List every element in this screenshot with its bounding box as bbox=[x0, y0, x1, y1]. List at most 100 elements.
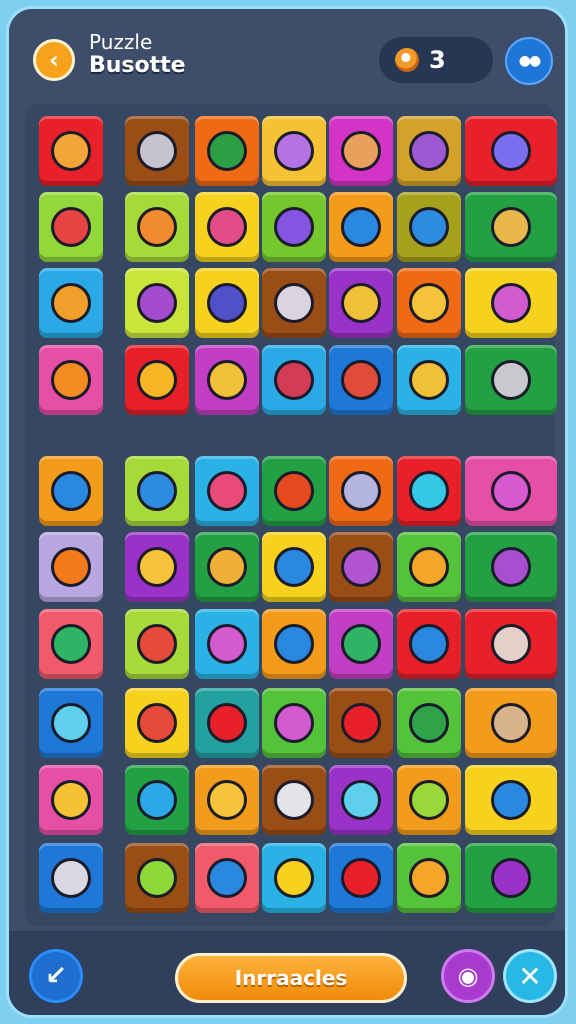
tile-icon bbox=[491, 703, 531, 743]
puzzle-tile[interactable] bbox=[39, 116, 103, 186]
puzzle-tile[interactable] bbox=[397, 609, 461, 679]
tile-icon bbox=[341, 547, 381, 587]
puzzle-tile[interactable] bbox=[125, 688, 189, 758]
close-button[interactable]: ✕ bbox=[503, 949, 557, 1003]
coin-count: 3 bbox=[429, 46, 446, 74]
puzzle-tile[interactable] bbox=[125, 268, 189, 338]
tile-icon bbox=[491, 624, 531, 664]
puzzle-tile[interactable] bbox=[397, 688, 461, 758]
puzzle-tile[interactable] bbox=[465, 765, 557, 835]
puzzle-tile[interactable] bbox=[125, 456, 189, 526]
puzzle-tile[interactable] bbox=[329, 345, 393, 415]
puzzle-tile[interactable] bbox=[465, 116, 557, 186]
puzzle-tile[interactable] bbox=[262, 609, 326, 679]
tile-icon bbox=[274, 703, 314, 743]
puzzle-tile[interactable] bbox=[329, 765, 393, 835]
puzzle-tile[interactable] bbox=[465, 532, 557, 602]
tile-icon bbox=[274, 547, 314, 587]
puzzle-tile[interactable] bbox=[195, 116, 259, 186]
puzzle-tile[interactable] bbox=[39, 688, 103, 758]
puzzle-tile[interactable] bbox=[195, 843, 259, 913]
puzzle-tile[interactable] bbox=[262, 532, 326, 602]
tile-icon bbox=[207, 780, 247, 820]
puzzle-tile[interactable] bbox=[397, 843, 461, 913]
puzzle-tile[interactable] bbox=[39, 609, 103, 679]
game-frame: ‹ Puzzle Busotte 3 ●● ↙ Inrraacles ◉ ✕ bbox=[6, 6, 568, 1018]
puzzle-tile[interactable] bbox=[125, 765, 189, 835]
puzzle-tile[interactable] bbox=[262, 268, 326, 338]
puzzle-tile[interactable] bbox=[329, 116, 393, 186]
puzzle-tile[interactable] bbox=[195, 345, 259, 415]
tile-icon bbox=[137, 703, 177, 743]
puzzle-tile[interactable] bbox=[397, 192, 461, 262]
puzzle-tile[interactable] bbox=[465, 456, 557, 526]
coin-counter: 3 bbox=[379, 37, 493, 83]
puzzle-tile[interactable] bbox=[397, 765, 461, 835]
tile-icon bbox=[274, 624, 314, 664]
tile-icon bbox=[51, 131, 91, 171]
action-button[interactable]: Inrraacles bbox=[175, 953, 407, 1003]
puzzle-tile[interactable] bbox=[329, 268, 393, 338]
tile-icon bbox=[274, 360, 314, 400]
puzzle-tile[interactable] bbox=[465, 345, 557, 415]
puzzle-tile[interactable] bbox=[39, 192, 103, 262]
tile-icon bbox=[491, 207, 531, 247]
puzzle-tile[interactable] bbox=[329, 688, 393, 758]
puzzle-tile[interactable] bbox=[465, 688, 557, 758]
puzzle-tile[interactable] bbox=[397, 532, 461, 602]
puzzle-tile[interactable] bbox=[465, 268, 557, 338]
puzzle-tile[interactable] bbox=[39, 532, 103, 602]
tile-icon bbox=[341, 131, 381, 171]
tile-icon bbox=[491, 858, 531, 898]
puzzle-tile[interactable] bbox=[125, 345, 189, 415]
puzzle-tile[interactable] bbox=[397, 345, 461, 415]
puzzle-tile[interactable] bbox=[329, 532, 393, 602]
puzzle-tile[interactable] bbox=[465, 192, 557, 262]
tile-icon bbox=[409, 360, 449, 400]
puzzle-tile[interactable] bbox=[262, 192, 326, 262]
puzzle-tile[interactable] bbox=[195, 688, 259, 758]
puzzle-tile[interactable] bbox=[262, 345, 326, 415]
puzzle-tile[interactable] bbox=[125, 116, 189, 186]
tile-icon bbox=[51, 471, 91, 511]
puzzle-tile[interactable] bbox=[397, 116, 461, 186]
puzzle-tile[interactable] bbox=[39, 765, 103, 835]
tile-icon bbox=[409, 471, 449, 511]
tile-icon bbox=[491, 360, 531, 400]
puzzle-tile[interactable] bbox=[125, 609, 189, 679]
undo-button[interactable]: ↙ bbox=[29, 949, 83, 1003]
puzzle-tile[interactable] bbox=[195, 609, 259, 679]
puzzle-tile[interactable] bbox=[39, 456, 103, 526]
tile-icon bbox=[137, 283, 177, 323]
puzzle-tile[interactable] bbox=[125, 192, 189, 262]
puzzle-tile[interactable] bbox=[329, 456, 393, 526]
puzzle-tile[interactable] bbox=[195, 532, 259, 602]
puzzle-tile[interactable] bbox=[329, 192, 393, 262]
puzzle-tile[interactable] bbox=[195, 192, 259, 262]
puzzle-tile[interactable] bbox=[39, 345, 103, 415]
puzzle-tile[interactable] bbox=[39, 268, 103, 338]
tile-icon bbox=[274, 131, 314, 171]
tile-icon bbox=[409, 131, 449, 171]
puzzle-tile[interactable] bbox=[397, 456, 461, 526]
puzzle-tile[interactable] bbox=[262, 765, 326, 835]
puzzle-tile[interactable] bbox=[397, 268, 461, 338]
menu-button[interactable]: ●● bbox=[505, 37, 553, 85]
camera-button[interactable]: ◉ bbox=[441, 949, 495, 1003]
puzzle-tile[interactable] bbox=[262, 688, 326, 758]
puzzle-tile[interactable] bbox=[195, 765, 259, 835]
puzzle-tile[interactable] bbox=[329, 843, 393, 913]
puzzle-tile[interactable] bbox=[262, 843, 326, 913]
puzzle-tile[interactable] bbox=[195, 268, 259, 338]
puzzle-tile[interactable] bbox=[262, 456, 326, 526]
tile-icon bbox=[137, 131, 177, 171]
puzzle-tile[interactable] bbox=[329, 609, 393, 679]
puzzle-tile[interactable] bbox=[39, 843, 103, 913]
puzzle-tile[interactable] bbox=[465, 609, 557, 679]
puzzle-tile[interactable] bbox=[125, 843, 189, 913]
puzzle-tile[interactable] bbox=[465, 843, 557, 913]
puzzle-tile[interactable] bbox=[195, 456, 259, 526]
puzzle-tile[interactable] bbox=[125, 532, 189, 602]
back-button[interactable]: ‹ bbox=[33, 39, 75, 81]
puzzle-tile[interactable] bbox=[262, 116, 326, 186]
